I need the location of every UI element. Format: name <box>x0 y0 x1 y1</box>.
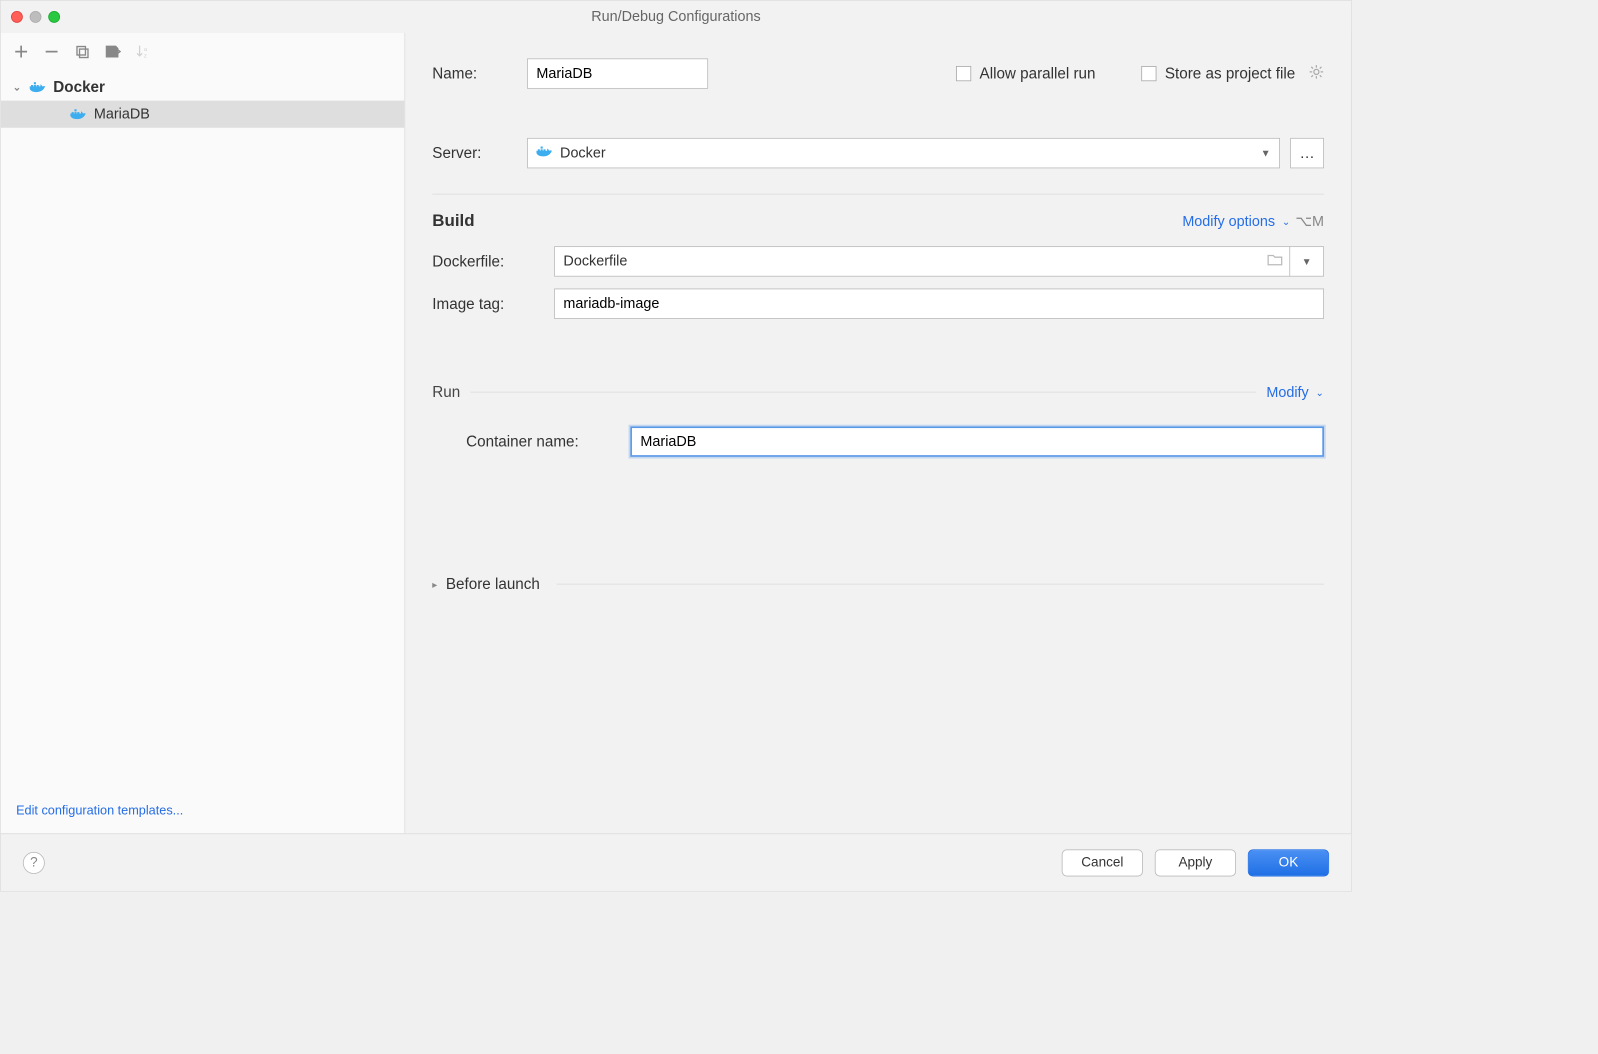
image-tag-label: Image tag: <box>432 295 542 313</box>
dockerfile-history-dropdown[interactable]: ▼ <box>1289 246 1323 276</box>
docker-icon <box>70 107 87 121</box>
svg-text:a: a <box>144 47 148 53</box>
name-row: Name: Allow parallel run Store as projec… <box>432 58 1324 88</box>
help-button[interactable]: ? <box>23 851 45 873</box>
run-title: Run <box>432 383 460 401</box>
copy-config-icon[interactable] <box>72 41 92 61</box>
run-debug-config-window: Run/Debug Configurations az ⌄ Docker <box>0 0 1352 892</box>
server-value: Docker <box>560 145 606 162</box>
chevron-down-icon: ⌄ <box>13 81 25 93</box>
sidebar-footer: Edit configuration templates... <box>1 792 405 833</box>
chevron-down-icon: ▼ <box>1261 147 1271 159</box>
divider <box>557 584 1324 585</box>
apply-button[interactable]: Apply <box>1155 849 1236 876</box>
store-project-label: Store as project file <box>1165 65 1295 83</box>
remove-config-icon[interactable] <box>41 41 61 61</box>
checkbox-icon <box>1141 66 1156 81</box>
body: az ⌄ Docker MariaDB Edit c <box>1 33 1351 833</box>
server-browse-button[interactable]: … <box>1290 138 1324 168</box>
sort-alpha-icon[interactable]: az <box>133 41 153 61</box>
chevron-down-icon: ⌄ <box>1282 215 1291 227</box>
chevron-right-icon: ▸ <box>432 578 437 590</box>
ok-button[interactable]: OK <box>1248 849 1329 876</box>
build-section-header: Build Modify options ⌄ ⌥M <box>432 212 1324 231</box>
tree-item-mariadb[interactable]: MariaDB <box>1 101 405 128</box>
run-modify[interactable]: Modify ⌄ <box>1266 384 1324 401</box>
add-config-icon[interactable] <box>11 41 31 61</box>
before-launch-section[interactable]: ▸ Before launch <box>432 575 1324 593</box>
server-row: Server: Docker ▼ … <box>432 138 1324 168</box>
container-name-row: Container name: <box>432 426 1324 456</box>
titlebar: Run/Debug Configurations <box>1 1 1351 33</box>
tree-item-label: MariaDB <box>94 106 150 123</box>
divider <box>432 194 1324 195</box>
name-input[interactable] <box>527 58 708 88</box>
container-name-label: Container name: <box>466 433 618 451</box>
dockerfile-value: Dockerfile <box>563 253 627 270</box>
build-modify-options[interactable]: Modify options ⌄ <box>1182 213 1290 230</box>
sidebar-toolbar: az <box>1 33 405 70</box>
docker-icon <box>30 80 47 94</box>
server-label: Server: <box>432 144 517 162</box>
container-name-input[interactable] <box>630 426 1324 456</box>
save-config-icon[interactable] <box>102 41 122 61</box>
main-panel: Name: Allow parallel run Store as projec… <box>405 33 1351 833</box>
sidebar: az ⌄ Docker MariaDB Edit c <box>1 33 405 833</box>
server-select[interactable]: Docker ▼ <box>527 138 1280 168</box>
config-tree: ⌄ Docker MariaDB <box>1 70 405 792</box>
gear-icon[interactable] <box>1309 64 1324 83</box>
run-section-header: Run Modify ⌄ <box>432 383 1324 401</box>
checkbox-icon <box>956 66 971 81</box>
edit-templates-link[interactable]: Edit configuration templates... <box>16 804 183 818</box>
divider <box>470 392 1256 393</box>
window-title: Run/Debug Configurations <box>1 8 1351 25</box>
folder-icon[interactable] <box>1267 253 1282 270</box>
before-launch-title: Before launch <box>446 575 540 593</box>
allow-parallel-checkbox[interactable]: Allow parallel run <box>956 65 1096 83</box>
footer: ? Cancel Apply OK <box>1 833 1351 891</box>
allow-parallel-label: Allow parallel run <box>980 65 1096 83</box>
tree-root-label: Docker <box>53 78 105 96</box>
dockerfile-row: Dockerfile: Dockerfile ▼ <box>432 246 1324 276</box>
store-project-checkbox[interactable]: Store as project file <box>1141 65 1295 83</box>
cancel-button[interactable]: Cancel <box>1062 849 1143 876</box>
build-title: Build <box>432 212 474 231</box>
chevron-down-icon: ⌄ <box>1315 386 1324 398</box>
build-modify-shortcut: ⌥M <box>1295 213 1324 230</box>
docker-icon <box>536 144 553 162</box>
dockerfile-label: Dockerfile: <box>432 253 542 271</box>
dockerfile-input[interactable]: Dockerfile ▼ <box>554 246 1324 276</box>
image-tag-input[interactable] <box>554 288 1324 318</box>
image-tag-row: Image tag: <box>432 288 1324 318</box>
svg-text:z: z <box>144 54 147 60</box>
name-label: Name: <box>432 65 517 83</box>
tree-root-docker[interactable]: ⌄ Docker <box>1 74 405 101</box>
